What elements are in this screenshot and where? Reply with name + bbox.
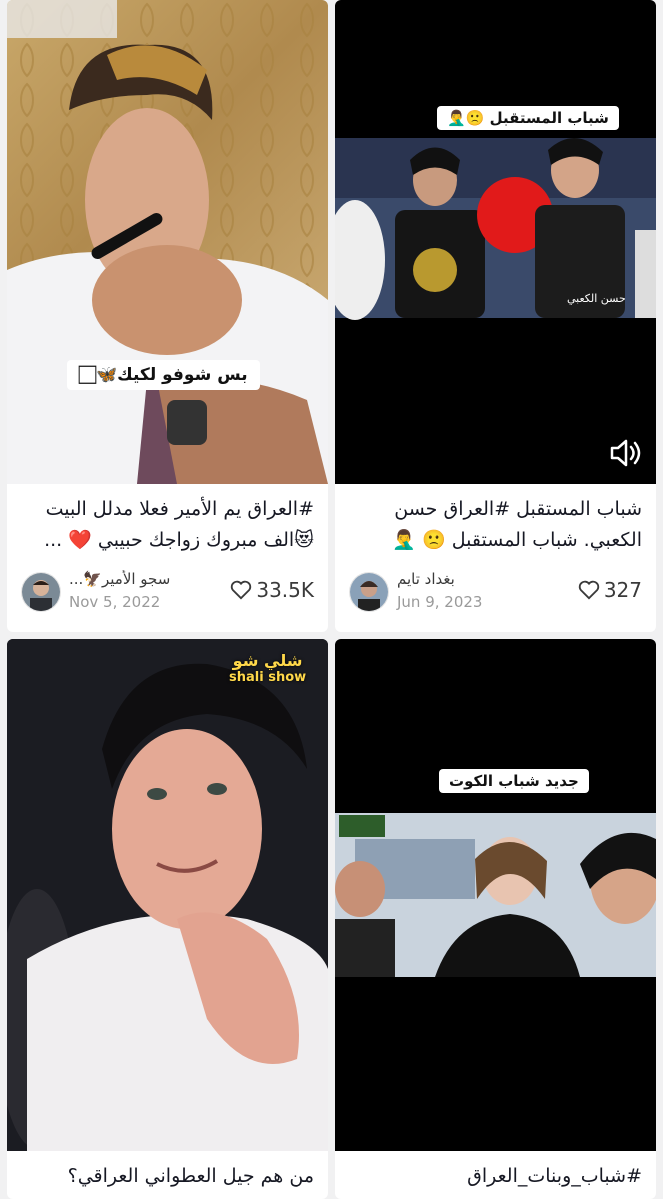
video-meta: سجو الأمير🦅... Nov 5, 2022 33.5K [7, 556, 328, 616]
author-name[interactable]: سجو الأمير🦅... [69, 570, 219, 588]
author-name[interactable]: بغداد تايم [397, 570, 547, 588]
thumbnail-image [7, 0, 328, 484]
channel-logo-latin: shali show [229, 670, 307, 685]
video-card[interactable]: بس شوفو لكيك🦋🏻 #العراق يم الأمير فعلا مد… [7, 0, 328, 632]
avatar[interactable] [21, 572, 61, 612]
creator-watermark: حسن الكعبي [567, 292, 626, 305]
like-count[interactable]: 33.5K [230, 578, 314, 602]
video-thumbnail[interactable]: شلي شو shali show [7, 639, 328, 1151]
video-meta: بغداد تايم Jun 9, 2023 327 [335, 556, 656, 616]
channel-logo-arabic: شلي شو [232, 651, 303, 670]
video-thumbnail[interactable]: جديد شباب الكوت [335, 639, 656, 1151]
video-sticker-text: شباب المستقبل 🙁🤦‍♂️ [437, 106, 619, 130]
like-count-value: 327 [603, 578, 642, 602]
video-caption[interactable]: شباب المستقبل #العراق حسن الكعبي. شباب ا… [335, 484, 656, 556]
video-card[interactable]: جديد شباب الكوت #شباب_وبنات_العراق [335, 639, 656, 1199]
thumbnail-image [335, 813, 656, 977]
video-card[interactable]: شلي شو shali show من هم جيل العطواني الع… [7, 639, 328, 1199]
video-sticker-text: جديد شباب الكوت [439, 769, 589, 793]
video-caption[interactable]: #شباب_وبنات_العراق [335, 1151, 656, 1199]
like-count-value: 33.5K [256, 578, 314, 602]
video-caption[interactable]: #العراق يم الأمير فعلا مدلل البيت 😻الف م… [7, 484, 328, 556]
video-caption[interactable]: من هم جيل العطواني العراقي؟ [7, 1151, 328, 1199]
thumbnail-image [7, 639, 328, 1151]
post-date: Nov 5, 2022 [69, 593, 161, 611]
post-date: Jun 9, 2023 [397, 593, 483, 611]
video-thumbnail[interactable]: بس شوفو لكيك🦋🏻 [7, 0, 328, 484]
speaker-icon[interactable] [609, 438, 641, 468]
channel-logo: شلي شو shali show [229, 651, 306, 685]
heart-icon [578, 580, 599, 600]
video-sticker-text: بس شوفو لكيك🦋🏻 [67, 360, 260, 390]
like-count[interactable]: 327 [578, 578, 642, 602]
thumbnail-image [335, 137, 656, 320]
video-thumbnail[interactable]: شباب المستقبل 🙁🤦‍♂️ حسن الكعبي [335, 0, 656, 484]
video-card[interactable]: شباب المستقبل 🙁🤦‍♂️ حسن الكعبي شباب المس… [335, 0, 656, 632]
avatar[interactable] [349, 572, 389, 612]
heart-icon [231, 580, 252, 600]
